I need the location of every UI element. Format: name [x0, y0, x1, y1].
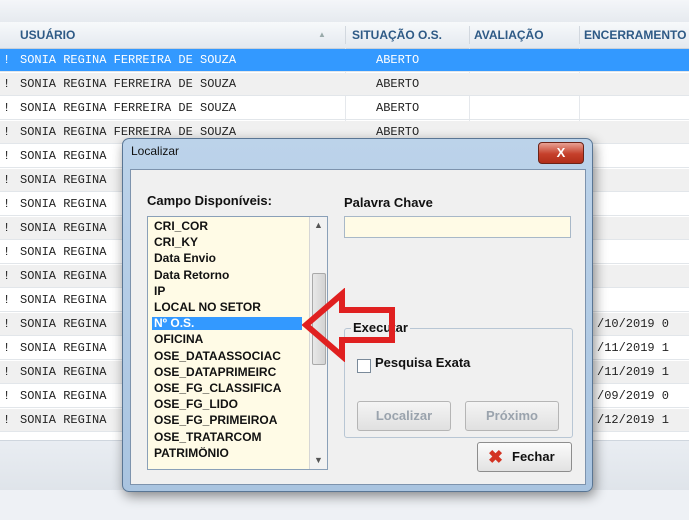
- dialog-title: Localizar: [131, 144, 180, 158]
- list-item[interactable]: Nº O.S.: [152, 317, 302, 331]
- fields-listbox[interactable]: CRI_COR CRI_KY Data Envio Data Retorno IP LOC…: [147, 216, 328, 470]
- encerramento-cell: /11/2019 1: [597, 365, 670, 379]
- list-item[interactable]: OSE_TRATARCOM: [152, 431, 302, 444]
- list-item[interactable]: OFICINA: [152, 333, 302, 346]
- encerramento-cell: /12/2019 1: [597, 413, 670, 427]
- usuario-cell: SONIA REGINA FERREIRA DE SOUZA: [20, 101, 237, 115]
- row-edge-cell: !: [3, 413, 11, 427]
- grid-header: USUÁRIO ▲ SITUAÇÃO O.S. AVALIAÇÃO ENCERR…: [0, 22, 689, 49]
- fechar-button[interactable]: ✖ Fechar: [477, 442, 572, 472]
- encerramento-cell: /09/2019 0: [597, 389, 670, 403]
- list-item[interactable]: Data Envio: [152, 252, 302, 265]
- list-item[interactable]: OSE_FG_PRIMEIROA: [152, 414, 302, 427]
- row-edge-cell: !: [3, 221, 11, 235]
- column-header-encerramento[interactable]: ENCERRAMENTO: [584, 22, 689, 48]
- row-edge-cell: !: [3, 77, 11, 91]
- list-item[interactable]: PATRIMÔNIO: [152, 447, 302, 460]
- encerramento-cell: /10/2019 0: [597, 317, 670, 331]
- column-divider[interactable]: [345, 26, 346, 44]
- row-edge-cell: !: [3, 317, 11, 331]
- usuario-cell: SONIA REGINA FERREIRA DE SOUZA: [20, 77, 237, 91]
- column-divider[interactable]: [469, 26, 470, 44]
- list-item[interactable]: OSE_DATAASSOCIAC: [152, 350, 302, 363]
- palavra-chave-label: Palavra Chave: [344, 195, 433, 210]
- row-edge-cell: !: [3, 173, 11, 187]
- scroll-up-icon[interactable]: ▲: [310, 217, 327, 234]
- palavra-chave-input[interactable]: [344, 216, 571, 238]
- list-item[interactable]: OSE_FG_LIDO: [152, 398, 302, 411]
- table-row[interactable]: ! SONIA REGINA FERREIRA DE SOUZA ABERTO: [0, 49, 689, 72]
- row-edge-cell: !: [3, 389, 11, 403]
- situacao-cell: ABERTO: [376, 77, 420, 91]
- list-item[interactable]: OSE_FG_CLASSIFICA: [152, 382, 302, 395]
- row-edge-cell: !: [3, 101, 11, 115]
- localizar-button[interactable]: Localizar: [357, 401, 451, 431]
- list-item[interactable]: OSE_DATAPRIMEIRC: [152, 366, 302, 379]
- sort-ascending-icon: ▲: [318, 30, 326, 39]
- row-edge-cell: !: [3, 341, 11, 355]
- fechar-label: Fechar: [512, 449, 555, 464]
- situacao-cell: ABERTO: [376, 53, 420, 67]
- campo-disponiveis-label: Campo Disponíveis:: [147, 193, 272, 208]
- proximo-button[interactable]: Próximo: [465, 401, 559, 431]
- row-edge-cell: !: [3, 149, 11, 163]
- annotation-arrow-icon: [302, 288, 395, 362]
- row-edge-cell: !: [3, 53, 11, 67]
- situacao-cell: ABERTO: [376, 101, 420, 115]
- close-icon: X: [556, 145, 566, 160]
- list-item[interactable]: CRI_KY: [152, 236, 302, 249]
- list-item[interactable]: CRI_COR: [152, 220, 302, 233]
- table-row[interactable]: ! SONIA REGINA FERREIRA DE SOUZA ABERTO: [0, 97, 689, 120]
- close-x-icon: ✖: [488, 447, 504, 467]
- row-edge-cell: !: [3, 293, 11, 307]
- list-item[interactable]: IP: [152, 285, 302, 298]
- table-row[interactable]: ! SONIA REGINA FERREIRA DE SOUZA ABERTO: [0, 73, 689, 96]
- scroll-down-icon[interactable]: ▼: [310, 452, 327, 469]
- list-item[interactable]: Data Retorno: [152, 269, 302, 282]
- column-header-usuario[interactable]: USUÁRIO: [20, 22, 300, 48]
- status-area: [0, 490, 689, 520]
- list-item[interactable]: LOCAL NO SETOR: [152, 301, 302, 314]
- row-edge-cell: !: [3, 365, 11, 379]
- row-edge-cell: !: [3, 269, 11, 283]
- toolbar-strip: [0, 0, 689, 22]
- column-header-avaliacao[interactable]: AVALIAÇÃO: [474, 22, 574, 48]
- column-header-situacao[interactable]: SITUAÇÃO O.S.: [352, 22, 464, 48]
- close-button[interactable]: X: [538, 142, 584, 164]
- row-edge-cell: !: [3, 125, 11, 139]
- row-edge-cell: !: [3, 197, 11, 211]
- column-divider[interactable]: [579, 26, 580, 44]
- row-edge-cell: !: [3, 245, 11, 259]
- usuario-cell: SONIA REGINA FERREIRA DE SOUZA: [20, 53, 237, 67]
- encerramento-cell: /11/2019 1: [597, 341, 670, 355]
